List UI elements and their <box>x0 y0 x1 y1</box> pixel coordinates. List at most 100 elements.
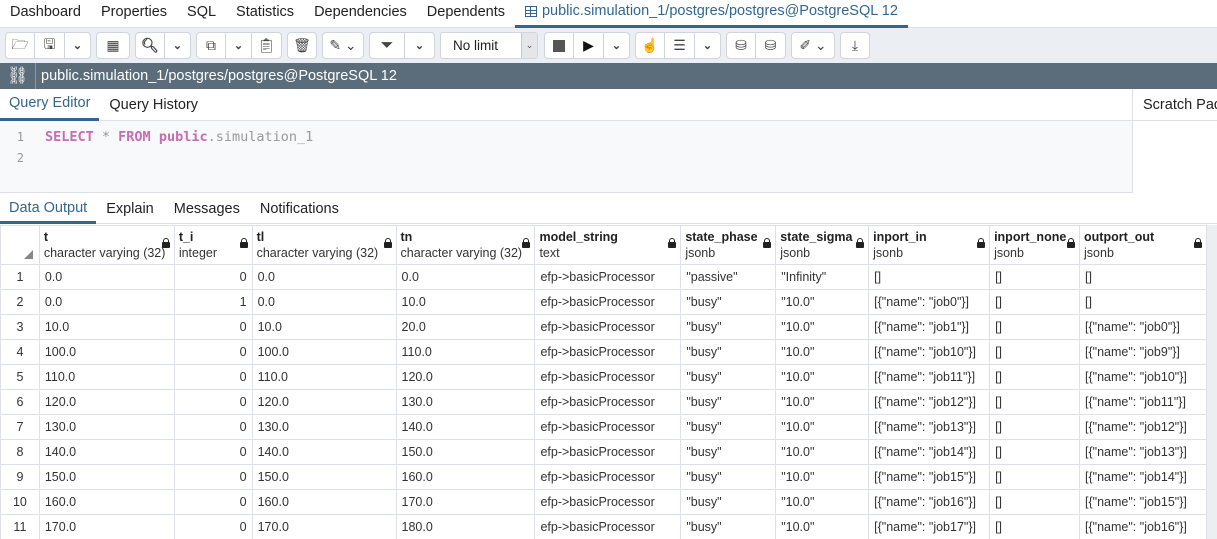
column-header-inport-none[interactable]: inport_none jsonb <box>989 225 1081 265</box>
cell-tn[interactable]: 10.0 <box>395 289 536 315</box>
stop-button[interactable] <box>544 32 574 59</box>
table-row[interactable]: 11 170.0 0 170.0 180.0 efp->basicProcessor "bu… <box>0 514 1207 539</box>
row-number[interactable]: 2 <box>0 289 40 315</box>
cell-t-i[interactable]: 0 <box>173 514 253 539</box>
cell-inport-none[interactable]: [] <box>989 364 1081 390</box>
column-header-state-phase[interactable]: state_phase jsonb <box>680 225 777 265</box>
cell-inport-in[interactable]: [{"name": "job10"}] <box>868 339 991 365</box>
cell-state-phase[interactable]: "busy" <box>680 339 777 365</box>
tab-notifications[interactable]: Notifications <box>250 195 349 224</box>
cell-outport-out[interactable]: [] <box>1079 264 1207 290</box>
cell-state-phase[interactable]: "busy" <box>680 439 777 465</box>
cell-tn[interactable]: 120.0 <box>395 364 536 390</box>
cell-t-i[interactable]: 0 <box>173 439 253 465</box>
cell-model-string[interactable]: efp->basicProcessor <box>534 339 682 365</box>
cell-model-string[interactable]: efp->basicProcessor <box>534 264 682 290</box>
cell-state-phase[interactable]: "busy" <box>680 364 777 390</box>
cell-tn[interactable]: 130.0 <box>395 389 536 415</box>
cell-state-phase[interactable]: "busy" <box>680 514 777 539</box>
column-header-state-sigma[interactable]: state_sigma jsonb <box>775 225 870 265</box>
cell-t[interactable]: 0.0 <box>38 264 175 290</box>
cell-inport-in[interactable]: [{"name": "job16"}] <box>868 489 991 515</box>
cell-outport-out[interactable]: [{"name": "job10"}] <box>1079 364 1207 390</box>
table-row[interactable]: 4 100.0 0 100.0 110.0 efp->basicProcessor "bus… <box>0 339 1207 365</box>
cell-t[interactable]: 150.0 <box>38 464 175 490</box>
cell-outport-out[interactable]: [{"name": "job15"}] <box>1079 489 1207 515</box>
tab-query-editor[interactable]: Query Editor <box>0 89 100 121</box>
cell-state-phase[interactable]: "busy" <box>680 414 777 440</box>
commit-button[interactable]: ⛁ <box>726 32 756 59</box>
cell-t[interactable]: 110.0 <box>38 364 175 390</box>
cell-state-sigma[interactable]: "10.0" <box>775 339 870 365</box>
cell-state-sigma[interactable]: "10.0" <box>775 389 870 415</box>
row-number[interactable]: 7 <box>0 414 40 440</box>
cell-t[interactable]: 120.0 <box>38 389 175 415</box>
filter-dropdown-button[interactable]: ⌄ <box>405 32 435 59</box>
table-row[interactable]: 3 10.0 0 10.0 20.0 efp->basicProcessor "busy" "… <box>0 314 1207 340</box>
cell-inport-in[interactable]: [{"name": "job17"}] <box>868 514 991 539</box>
cell-state-sigma[interactable]: "10.0" <box>775 414 870 440</box>
table-row[interactable]: 7 130.0 0 130.0 140.0 efp->basicProcessor "bus… <box>0 414 1207 440</box>
cell-inport-in[interactable]: [{"name": "job14"}] <box>868 439 991 465</box>
cell-tl[interactable]: 160.0 <box>251 489 397 515</box>
column-header-tl[interactable]: tl character varying (32) <box>251 225 397 265</box>
cell-inport-in[interactable]: [{"name": "job1"}] <box>868 314 991 340</box>
cell-t[interactable]: 0.0 <box>38 289 175 315</box>
explain-dropdown-button[interactable]: ⌄ <box>695 32 721 59</box>
cell-outport-out[interactable]: [{"name": "job12"}] <box>1079 414 1207 440</box>
paste-button[interactable]: 📋︎ <box>252 32 282 59</box>
cell-tl[interactable]: 140.0 <box>251 439 397 465</box>
row-number[interactable]: 6 <box>0 389 40 415</box>
cell-inport-none[interactable]: [] <box>989 339 1081 365</box>
cell-t-i[interactable]: 1 <box>173 289 253 315</box>
cell-model-string[interactable]: efp->basicProcessor <box>534 489 682 515</box>
cell-state-phase[interactable]: "busy" <box>680 389 777 415</box>
cell-t-i[interactable]: 0 <box>173 414 253 440</box>
cell-inport-none[interactable]: [] <box>989 514 1081 539</box>
cell-tn[interactable]: 110.0 <box>395 339 536 365</box>
cell-t-i[interactable]: 0 <box>173 339 253 365</box>
tab-dependents[interactable]: Dependents <box>417 0 515 28</box>
copy-dropdown-button[interactable]: ⌄ <box>226 32 252 59</box>
cell-model-string[interactable]: efp->basicProcessor <box>534 414 682 440</box>
edit-button[interactable]: ✎ ⌄ <box>322 32 364 59</box>
tab-dependencies[interactable]: Dependencies <box>304 0 417 28</box>
cell-state-sigma[interactable]: "10.0" <box>775 514 870 539</box>
open-file-button[interactable]: 🗁 <box>5 32 35 59</box>
cell-state-phase[interactable]: "busy" <box>680 489 777 515</box>
cell-state-sigma[interactable]: "10.0" <box>775 439 870 465</box>
tab-dashboard[interactable]: Dashboard <box>0 0 91 28</box>
row-number[interactable]: 8 <box>0 439 40 465</box>
row-number[interactable]: 5 <box>0 364 40 390</box>
tab-properties[interactable]: Properties <box>91 0 177 28</box>
cell-state-sigma[interactable]: "10.0" <box>775 489 870 515</box>
execute-button[interactable]: ▶ <box>574 32 604 59</box>
cell-inport-none[interactable]: [] <box>989 464 1081 490</box>
cell-tl[interactable]: 170.0 <box>251 514 397 539</box>
scratch-pad-tab[interactable]: Scratch Pad <box>1133 89 1217 121</box>
column-header-inport-in[interactable]: inport_in jsonb <box>868 225 991 265</box>
cell-t-i[interactable]: 0 <box>173 364 253 390</box>
cell-state-phase[interactable]: "busy" <box>680 289 777 315</box>
column-header-outport-out[interactable]: outport_out jsonb <box>1079 225 1207 265</box>
cell-tl[interactable]: 10.0 <box>251 314 397 340</box>
tab-explain[interactable]: Explain <box>96 195 164 224</box>
cell-model-string[interactable]: efp->basicProcessor <box>534 464 682 490</box>
tab-query-tool[interactable]: public.simulation_1/postgres/postgres@Po… <box>514 0 908 28</box>
column-header-model-string[interactable]: model_string text <box>534 225 682 265</box>
tab-messages[interactable]: Messages <box>164 195 250 224</box>
find-button[interactable]: 🔍︎ <box>135 32 165 59</box>
column-header-tn[interactable]: tn character varying (32) <box>395 225 536 265</box>
cell-inport-none[interactable]: [] <box>989 389 1081 415</box>
cell-tn[interactable]: 180.0 <box>395 514 536 539</box>
cell-inport-none[interactable]: [] <box>989 414 1081 440</box>
cell-tl[interactable]: 0.0 <box>251 264 397 290</box>
save-data-button[interactable]: ▦ <box>96 32 130 59</box>
cell-state-sigma[interactable]: "10.0" <box>775 289 870 315</box>
execute-dropdown-button[interactable]: ⌄ <box>604 32 630 59</box>
cell-inport-in[interactable]: [{"name": "job13"}] <box>868 414 991 440</box>
table-row[interactable]: 9 150.0 0 150.0 160.0 efp->basicProcessor "bus… <box>0 464 1207 490</box>
cell-tn[interactable]: 150.0 <box>395 439 536 465</box>
download-button[interactable]: ⤓ <box>840 32 870 59</box>
column-header-t-i[interactable]: t_i integer <box>173 225 253 265</box>
